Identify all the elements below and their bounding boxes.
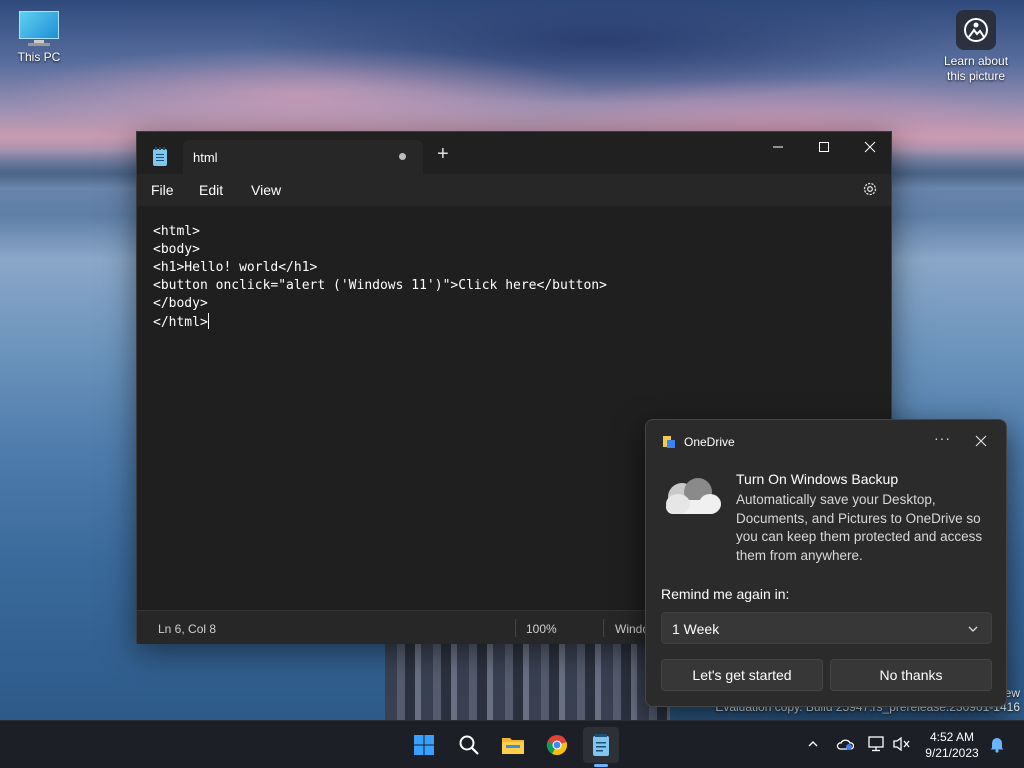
desktop-icon-label: Learn about this picture [943, 54, 1009, 83]
tab-html[interactable]: html [183, 140, 423, 174]
notification-app-name: OneDrive [684, 435, 735, 449]
more-options-button[interactable]: ··· [934, 430, 951, 446]
onedrive-icon [836, 739, 854, 750]
unsaved-indicator-icon[interactable] [399, 153, 406, 160]
close-icon [864, 141, 876, 153]
onedrive-notification: OneDrive ··· Turn On Windows Backup Auto… [645, 419, 1007, 707]
chrome-button[interactable] [539, 727, 575, 763]
new-tab-button[interactable]: + [437, 144, 449, 164]
cursor-position: Ln 6, Col 8 [158, 622, 217, 636]
zoom-level: 100% [526, 622, 557, 636]
chevron-down-icon [968, 626, 978, 632]
notepad-icon [593, 734, 609, 756]
notification-bell-icon [990, 738, 1004, 753]
maximize-button[interactable] [801, 132, 847, 162]
close-button[interactable] [847, 132, 893, 162]
remind-label: Remind me again in: [661, 586, 790, 602]
search-button[interactable] [451, 727, 487, 763]
clock-date: 9/21/2023 [925, 746, 979, 760]
menu-bar: File Edit View [137, 174, 891, 206]
minimize-icon [773, 146, 783, 148]
notification-title: Turn On Windows Backup [736, 471, 899, 487]
notification-close-button[interactable] [974, 434, 988, 448]
notification-center-button[interactable] [988, 735, 1006, 753]
active-app-indicator [594, 764, 608, 767]
menu-file[interactable]: File [151, 182, 174, 198]
chevron-up-icon [808, 741, 818, 747]
network-button[interactable] [868, 735, 886, 753]
file-explorer-icon [502, 738, 524, 754]
text-caret [207, 313, 209, 329]
learn-about-picture-icon [956, 10, 996, 50]
desktop-icon-learn-about-picture[interactable]: Learn about this picture [940, 10, 1012, 84]
volume-muted-icon [893, 736, 910, 752]
search-icon [459, 735, 479, 755]
line-ending: Windo [615, 622, 650, 636]
clock-time: 4:52 AM [929, 730, 975, 744]
tab-title: html [193, 150, 218, 165]
onedrive-tray-button[interactable] [836, 735, 854, 753]
taskbar: 4:52 AM 9/21/2023 [0, 720, 1024, 768]
cloud-icon [660, 476, 722, 518]
notification-body: Automatically save your Desktop, Documen… [736, 492, 983, 563]
network-monitor-icon [868, 736, 884, 752]
title-bar[interactable]: html + [137, 132, 891, 174]
system-clock[interactable]: 4:52 AM 9/21/2023 [920, 729, 984, 761]
remind-interval-select[interactable]: 1 Week [661, 612, 992, 644]
menu-view[interactable]: View [251, 182, 281, 198]
notepad-icon [153, 147, 167, 166]
minimize-button[interactable] [755, 132, 801, 162]
desktop-icon-label: This PC [17, 50, 61, 64]
desktop-icon-this-pc[interactable]: This PC [10, 10, 68, 64]
settings-gear-icon[interactable] [861, 180, 879, 198]
close-icon [975, 435, 987, 447]
status-divider [603, 619, 604, 637]
file-explorer-button[interactable] [495, 727, 531, 763]
notepad-taskbar-button[interactable] [583, 727, 619, 763]
windows-start-icon [414, 735, 434, 755]
volume-button[interactable] [893, 735, 911, 753]
onedrive-icon [662, 435, 676, 449]
start-button[interactable] [406, 727, 442, 763]
show-hidden-icons-button[interactable] [804, 735, 822, 753]
maximize-icon [819, 142, 829, 152]
remind-interval-value: 1 Week [672, 621, 720, 637]
wallpaper-pier [385, 640, 670, 720]
editor-content: <html> <body> <h1>Hello! world</h1> <but… [153, 224, 607, 330]
get-started-button[interactable]: Let's get started [661, 659, 823, 691]
this-pc-icon [18, 10, 60, 46]
menu-edit[interactable]: Edit [199, 182, 223, 198]
status-divider [515, 619, 516, 637]
no-thanks-button[interactable]: No thanks [830, 659, 992, 691]
chrome-icon [546, 735, 567, 756]
